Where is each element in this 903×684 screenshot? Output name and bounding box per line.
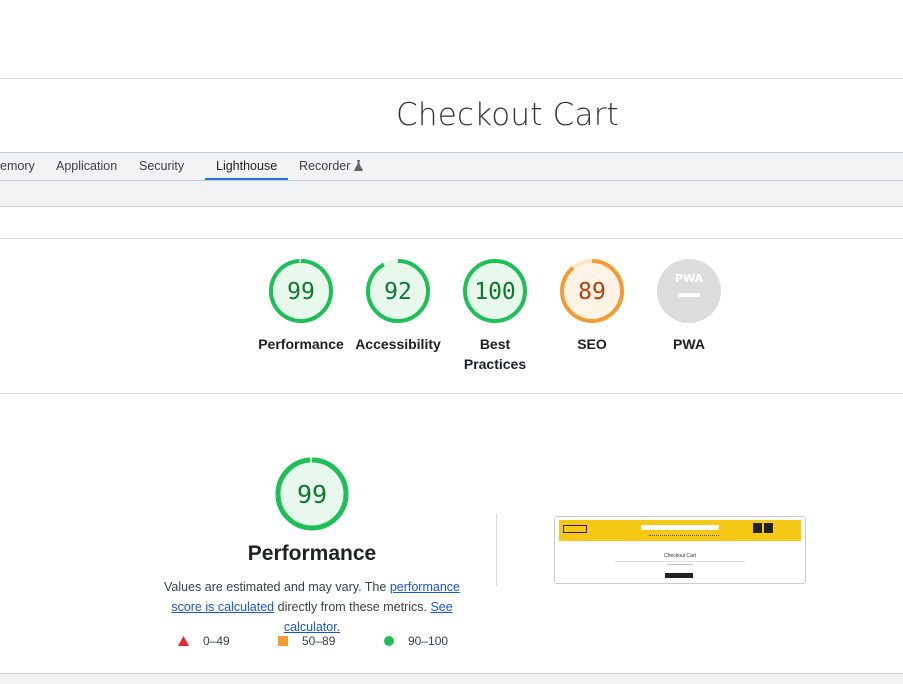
pwa-badge-text: PWA <box>675 272 704 285</box>
gauge-label: Accessibility <box>355 336 441 352</box>
triangle-icon <box>178 634 189 650</box>
thumbnail-divider <box>615 561 745 562</box>
thumbnail-button <box>753 523 762 533</box>
scores-summary: 99 Performance 92 Accessibility 100 Best… <box>0 239 903 394</box>
performance-big-gauge: 99 <box>272 454 352 539</box>
section-divider <box>496 514 497 586</box>
legend-range: 0–49 <box>203 634 230 648</box>
tab-lighthouse[interactable]: Lighthouse <box>205 153 289 180</box>
legend-range: 90–100 <box>408 634 449 648</box>
gauge-ring: 89 <box>560 259 624 323</box>
thumbnail-button <box>764 523 773 533</box>
gauge-label: PWA <box>673 336 705 352</box>
thumbnail-subtext <box>667 564 693 565</box>
performance-section: 99 Performance Values are estimated and … <box>0 394 903 672</box>
thumbnail-heading: Checkout Cart <box>664 553 696 559</box>
thumbnail-header <box>559 520 801 541</box>
desc-text-1: Values are estimated and may vary. The <box>164 580 390 594</box>
gauge-score: 99 <box>287 279 315 305</box>
gauge-label-line1: Best <box>479 336 511 352</box>
lighthouse-toolbar <box>0 181 903 207</box>
gauge-score: 89 <box>578 279 606 305</box>
gauge-ring: 99 <box>275 457 349 531</box>
gauge-score: 100 <box>474 279 516 305</box>
circle-icon <box>384 634 394 650</box>
tab-memory[interactable]: emory <box>0 153 35 180</box>
legend-item-fail: 0–49 <box>178 633 230 650</box>
desc-text-2: directly from these metrics. <box>274 600 431 614</box>
gauge-best-practices[interactable]: 100 Best Practices <box>450 258 540 374</box>
tab-recorder-label: Recorder <box>299 159 351 173</box>
legend-range: 50–89 <box>302 634 336 648</box>
thumbnail-logo <box>563 525 587 533</box>
gauge-label: Best Practices <box>450 334 540 374</box>
gauge-score: 92 <box>384 279 412 305</box>
square-icon <box>278 634 288 650</box>
final-screenshot-thumbnail[interactable]: Checkout Cart <box>554 516 806 584</box>
gauge-score: 99 <box>297 480 327 509</box>
gauge-label: SEO <box>577 336 607 352</box>
report-url-bar <box>0 207 903 239</box>
gauge-ring: 99 <box>269 259 333 323</box>
gauge-pwa[interactable]: PWA PWA <box>644 258 734 354</box>
gauge-accessibility[interactable]: 92 Accessibility <box>353 258 443 354</box>
flask-icon <box>354 154 364 180</box>
page-header: Checkout Cart <box>0 79 903 152</box>
page-title: Checkout Cart <box>396 97 620 133</box>
browser-blank-area <box>0 0 903 79</box>
devtools-tabbar: emory Application Security Lighthouse Re… <box>0 152 903 181</box>
pwa-badge-icon: PWA <box>657 259 721 323</box>
bottom-bar <box>0 673 903 684</box>
legend-item-pass: 90–100 <box>384 633 448 650</box>
gauge-label: Performance <box>258 336 344 352</box>
thumbnail-cta <box>665 573 693 578</box>
thumbnail-nav <box>649 535 719 538</box>
gauge-label-line2: Practices <box>463 356 527 372</box>
gauge-ring: 100 <box>463 259 527 323</box>
gauge-ring: 92 <box>366 259 430 323</box>
tab-application[interactable]: Application <box>56 153 117 180</box>
tab-recorder[interactable]: Recorder <box>299 153 364 180</box>
gauge-performance[interactable]: 99 Performance <box>256 258 346 354</box>
gauge-seo[interactable]: 89 SEO <box>547 258 637 354</box>
legend-item-average: 50–89 <box>278 633 335 650</box>
performance-description: Values are estimated and may vary. The p… <box>148 577 476 637</box>
thumbnail-search <box>641 525 719 530</box>
performance-title: Performance <box>247 542 377 565</box>
tab-security[interactable]: Security <box>139 153 184 180</box>
